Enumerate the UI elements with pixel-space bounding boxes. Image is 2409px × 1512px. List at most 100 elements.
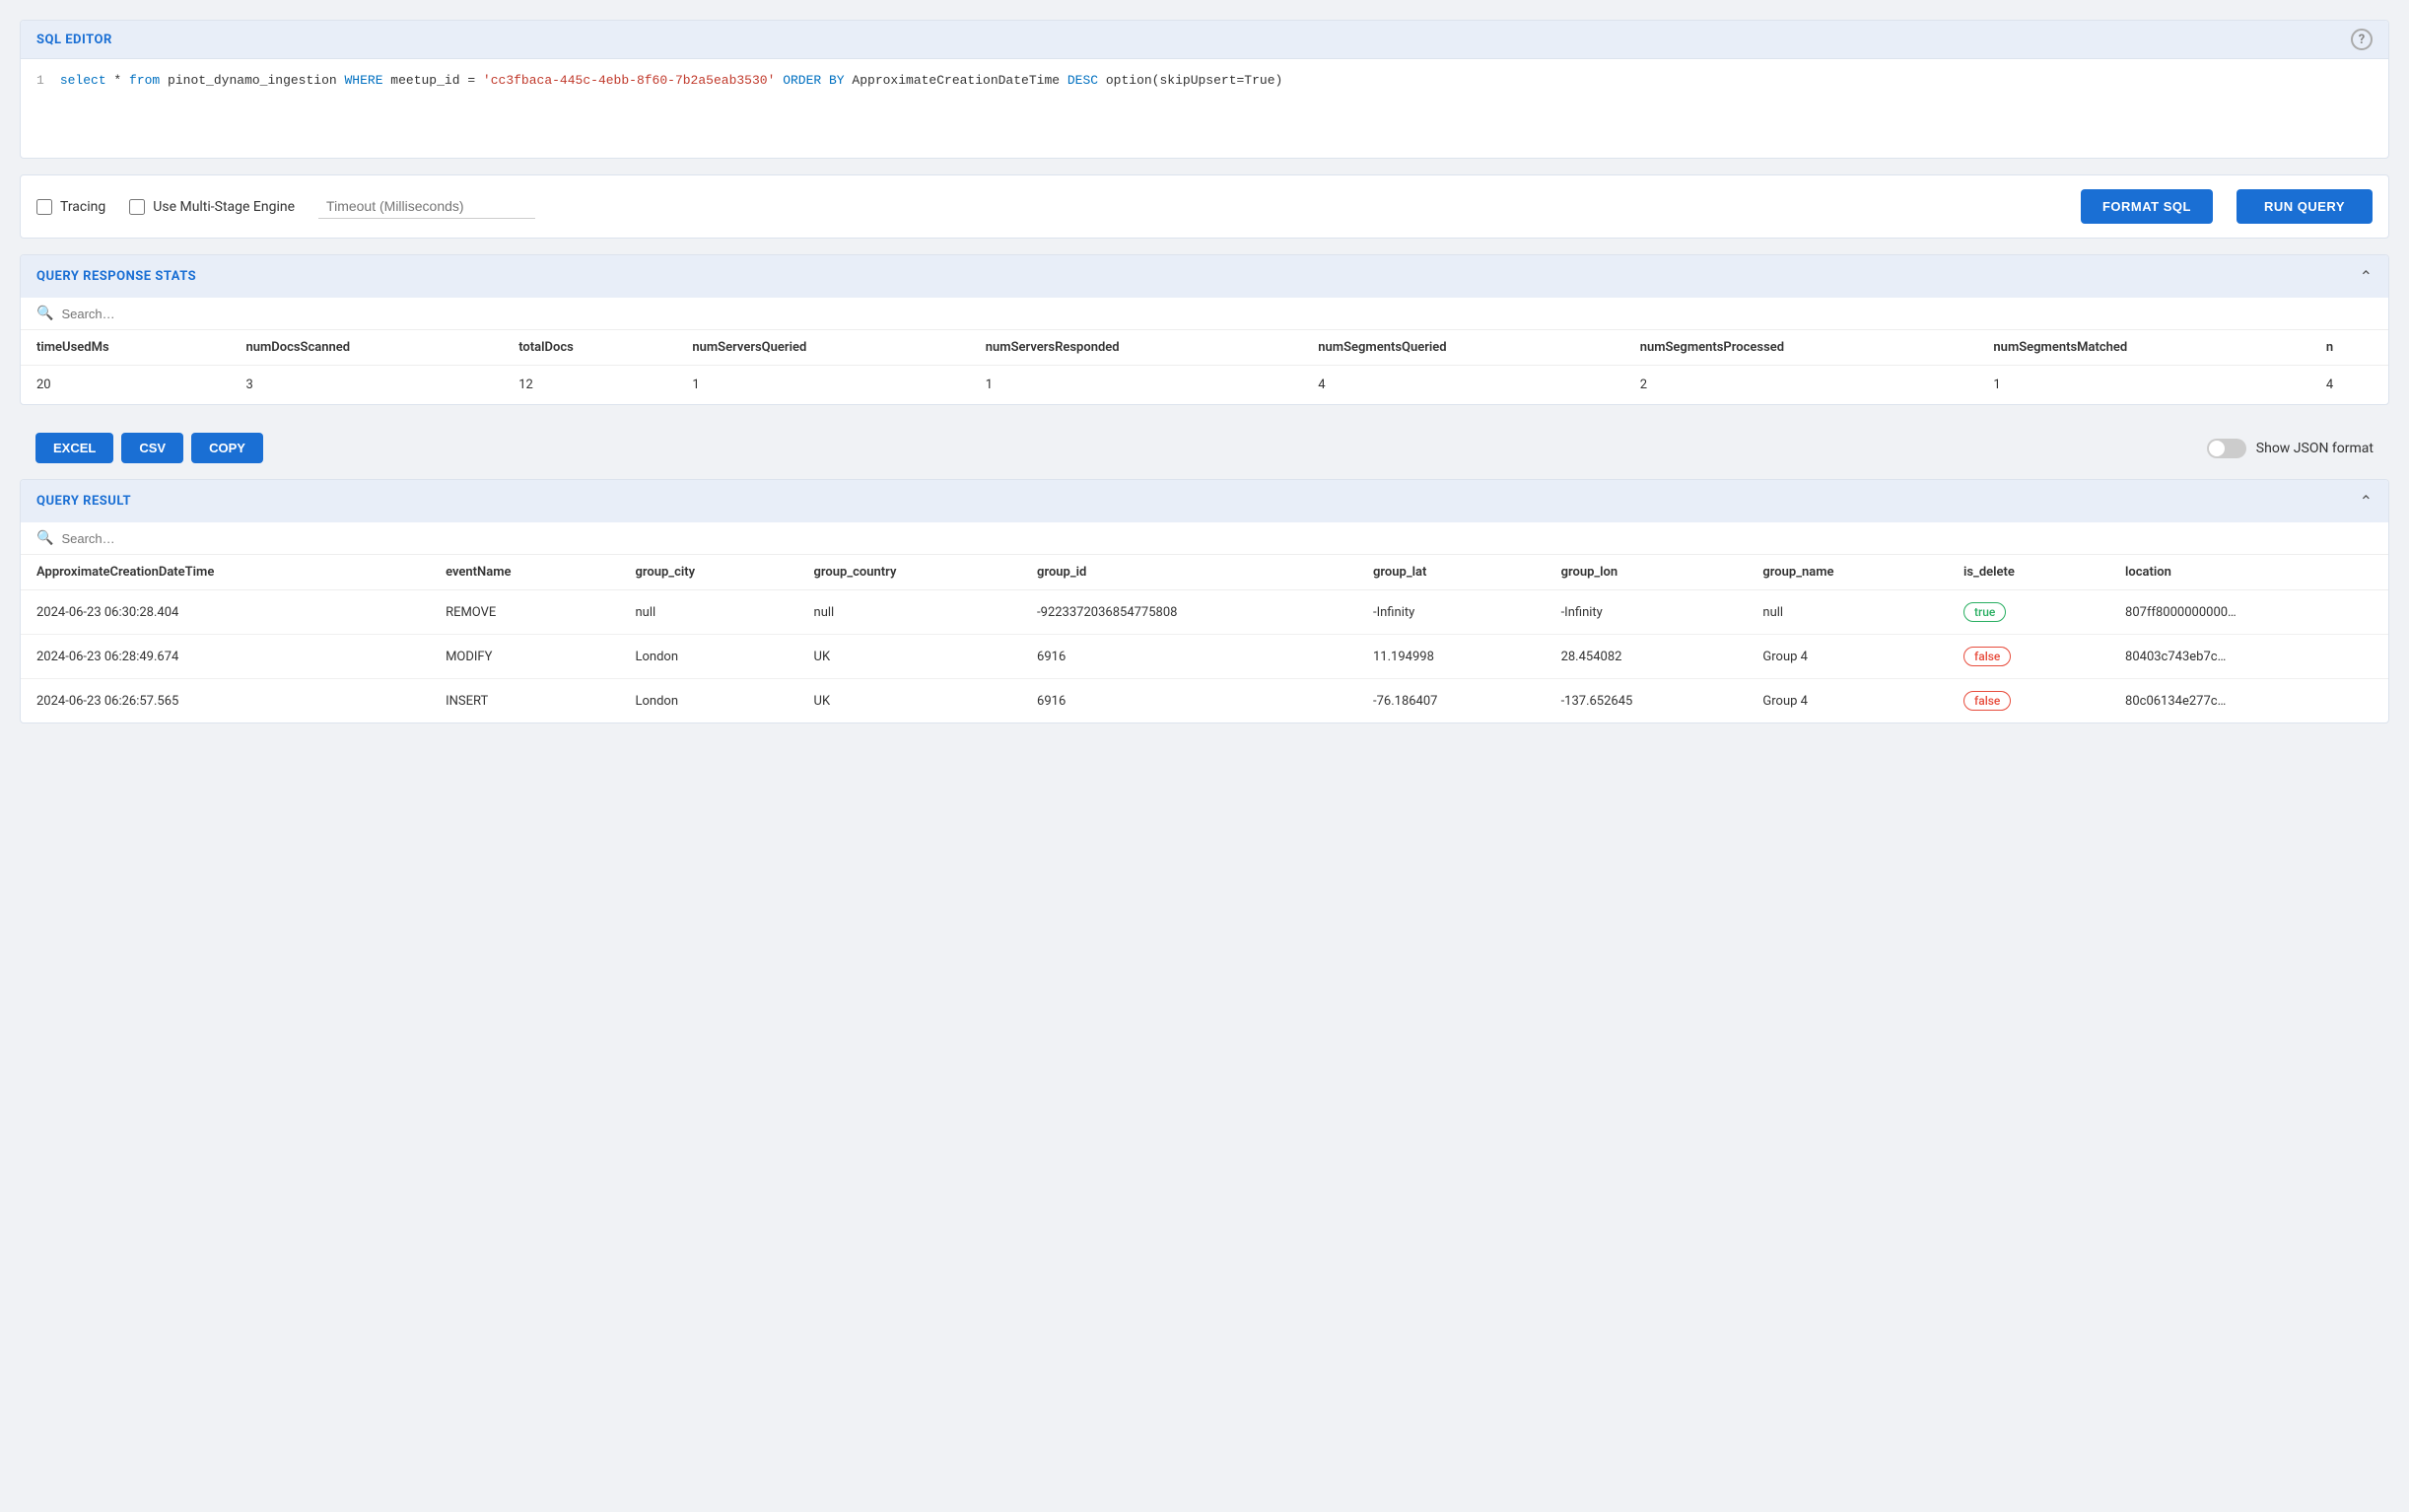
toggle-slider bbox=[2207, 439, 2246, 458]
stats-table-row: 20 3 12 1 1 4 2 1 4 bbox=[21, 366, 2388, 405]
is-delete-badge-2: false bbox=[1963, 691, 2011, 711]
sql-editor-body[interactable]: 1select * from pinot_dynamo_ingestion WH… bbox=[21, 59, 2388, 158]
query-response-stats-card: QUERY RESPONSE STATS ⌃ 🔍 timeUsedMs numD… bbox=[20, 254, 2389, 405]
cell-location: 80403c743eb7c… bbox=[2109, 635, 2388, 679]
col-approx-datetime: ApproximateCreationDateTime bbox=[21, 555, 430, 590]
tracing-checkbox[interactable] bbox=[36, 199, 52, 215]
cell-group_city: null bbox=[619, 590, 797, 635]
timeout-input[interactable] bbox=[318, 194, 535, 219]
cell-group_name: Group 4 bbox=[1747, 679, 1948, 723]
result-table-row: 2024-06-23 06:28:49.674MODIFYLondonUK691… bbox=[21, 635, 2388, 679]
multi-stage-checkbox-group: Use Multi-Stage Engine bbox=[129, 199, 295, 215]
col-group-id: group_id bbox=[1021, 555, 1357, 590]
cell-group_lat: 11.194998 bbox=[1357, 635, 1546, 679]
multi-stage-label: Use Multi-Stage Engine bbox=[153, 199, 295, 215]
stats-search-input[interactable] bbox=[61, 307, 2373, 321]
stat-totalDocs: 12 bbox=[503, 366, 676, 405]
col-numDocsScanned: numDocsScanned bbox=[230, 330, 503, 366]
format-sql-button[interactable]: FORMAT SQL bbox=[2081, 189, 2213, 224]
col-numSegmentsMatched: numSegmentsMatched bbox=[1977, 330, 2309, 366]
stat-n: 4 bbox=[2310, 366, 2388, 405]
is-delete-badge-1: false bbox=[1963, 647, 2011, 666]
sql-editor-header: SQL EDITOR ? bbox=[21, 21, 2388, 59]
sql-editor-title: SQL EDITOR bbox=[36, 33, 112, 47]
sql-select-keyword: select bbox=[60, 73, 106, 88]
stat-numSegmentsMatched: 1 bbox=[1977, 366, 2309, 405]
cell-group_lon: 28.454082 bbox=[1546, 635, 1748, 679]
stat-numSegmentsQueried: 4 bbox=[1302, 366, 1623, 405]
json-toggle-switch[interactable] bbox=[2207, 439, 2246, 458]
cell-ApproximateCreationDateTime: 2024-06-23 06:30:28.404 bbox=[21, 590, 430, 635]
col-group-country: group_country bbox=[798, 555, 1022, 590]
cell-group_id: 6916 bbox=[1021, 635, 1357, 679]
result-table-row: 2024-06-23 06:26:57.565INSERTLondonUK691… bbox=[21, 679, 2388, 723]
cell-eventName: INSERT bbox=[430, 679, 619, 723]
cell-group_name: null bbox=[1747, 590, 1948, 635]
stat-numSegmentsProcessed: 2 bbox=[1624, 366, 1978, 405]
sql-order-keyword: ORDER BY bbox=[783, 73, 844, 88]
cell-group_lat: -76.186407 bbox=[1357, 679, 1546, 723]
cell-ApproximateCreationDateTime: 2024-06-23 06:26:57.565 bbox=[21, 679, 430, 723]
cell-group_id: -9223372036854775808 bbox=[1021, 590, 1357, 635]
sql-string-value: 'cc3fbaca-445c-4ebb-8f60-7b2a5eab3530' bbox=[483, 73, 775, 88]
stats-table: timeUsedMs numDocsScanned totalDocs numS… bbox=[21, 330, 2388, 404]
sql-where-keyword: WHERE bbox=[344, 73, 382, 88]
help-icon[interactable]: ? bbox=[2351, 29, 2373, 50]
tracing-label: Tracing bbox=[60, 199, 105, 215]
stat-numServersQueried: 1 bbox=[676, 366, 969, 405]
col-numSegmentsQueried: numSegmentsQueried bbox=[1302, 330, 1623, 366]
stats-search-bar: 🔍 bbox=[21, 298, 2388, 330]
tracing-checkbox-group: Tracing bbox=[36, 199, 105, 215]
copy-button[interactable]: COPY bbox=[191, 433, 263, 463]
stats-table-header-row: timeUsedMs numDocsScanned totalDocs numS… bbox=[21, 330, 2388, 366]
export-row: EXCEL CSV COPY Show JSON format bbox=[20, 421, 2389, 475]
cell-group_city: London bbox=[619, 635, 797, 679]
multi-stage-checkbox[interactable] bbox=[129, 199, 145, 215]
result-table-header-row: ApproximateCreationDateTime eventName gr… bbox=[21, 555, 2388, 590]
cell-is-delete: true bbox=[1948, 590, 2109, 635]
col-location: location bbox=[2109, 555, 2388, 590]
query-result-card: QUERY RESULT ⌃ 🔍 ApproximateCreationDate… bbox=[20, 479, 2389, 723]
result-table: ApproximateCreationDateTime eventName gr… bbox=[21, 555, 2388, 722]
col-group-lat: group_lat bbox=[1357, 555, 1546, 590]
json-toggle-group: Show JSON format bbox=[2207, 439, 2374, 458]
result-search-input[interactable] bbox=[61, 531, 2373, 546]
cell-group_country: UK bbox=[798, 635, 1022, 679]
csv-button[interactable]: CSV bbox=[121, 433, 183, 463]
result-table-row: 2024-06-23 06:30:28.404REMOVEnullnull-92… bbox=[21, 590, 2388, 635]
stat-numDocsScanned: 3 bbox=[230, 366, 503, 405]
col-group-name: group_name bbox=[1747, 555, 1948, 590]
collapse-stats-icon[interactable]: ⌃ bbox=[2360, 267, 2373, 286]
col-is-delete: is_delete bbox=[1948, 555, 2109, 590]
query-result-title: QUERY RESULT bbox=[36, 494, 131, 509]
cell-eventName: MODIFY bbox=[430, 635, 619, 679]
cell-eventName: REMOVE bbox=[430, 590, 619, 635]
cell-group_id: 6916 bbox=[1021, 679, 1357, 723]
cell-group_country: null bbox=[798, 590, 1022, 635]
cell-group_lon: -Infinity bbox=[1546, 590, 1748, 635]
collapse-result-icon[interactable]: ⌃ bbox=[2360, 492, 2373, 511]
result-search-bar: 🔍 bbox=[21, 522, 2388, 555]
query-result-header: QUERY RESULT ⌃ bbox=[21, 480, 2388, 522]
col-totalDocs: totalDocs bbox=[503, 330, 676, 366]
col-numServersResponded: numServersResponded bbox=[970, 330, 1302, 366]
cell-group_country: UK bbox=[798, 679, 1022, 723]
sql-desc-keyword: DESC bbox=[1067, 73, 1098, 88]
sql-star: * bbox=[106, 73, 129, 88]
cell-location: 807ff8000000000… bbox=[2109, 590, 2388, 635]
col-numSegmentsProcessed: numSegmentsProcessed bbox=[1624, 330, 1978, 366]
result-search-icon: 🔍 bbox=[36, 530, 53, 546]
cell-is-delete: false bbox=[1948, 635, 2109, 679]
excel-button[interactable]: EXCEL bbox=[35, 433, 113, 463]
col-timeUsedMs: timeUsedMs bbox=[21, 330, 230, 366]
col-numServersQueried: numServersQueried bbox=[676, 330, 969, 366]
col-group-city: group_city bbox=[619, 555, 797, 590]
show-json-label: Show JSON format bbox=[2256, 441, 2374, 456]
line-number: 1 bbox=[36, 73, 44, 88]
is-delete-badge-0: true bbox=[1963, 602, 2006, 622]
cell-group_lon: -137.652645 bbox=[1546, 679, 1748, 723]
query-response-stats-title: QUERY RESPONSE STATS bbox=[36, 269, 196, 284]
cell-ApproximateCreationDateTime: 2024-06-23 06:28:49.674 bbox=[21, 635, 430, 679]
run-query-button[interactable]: RUN QUERY bbox=[2237, 189, 2373, 224]
stat-numServersResponded: 1 bbox=[970, 366, 1302, 405]
